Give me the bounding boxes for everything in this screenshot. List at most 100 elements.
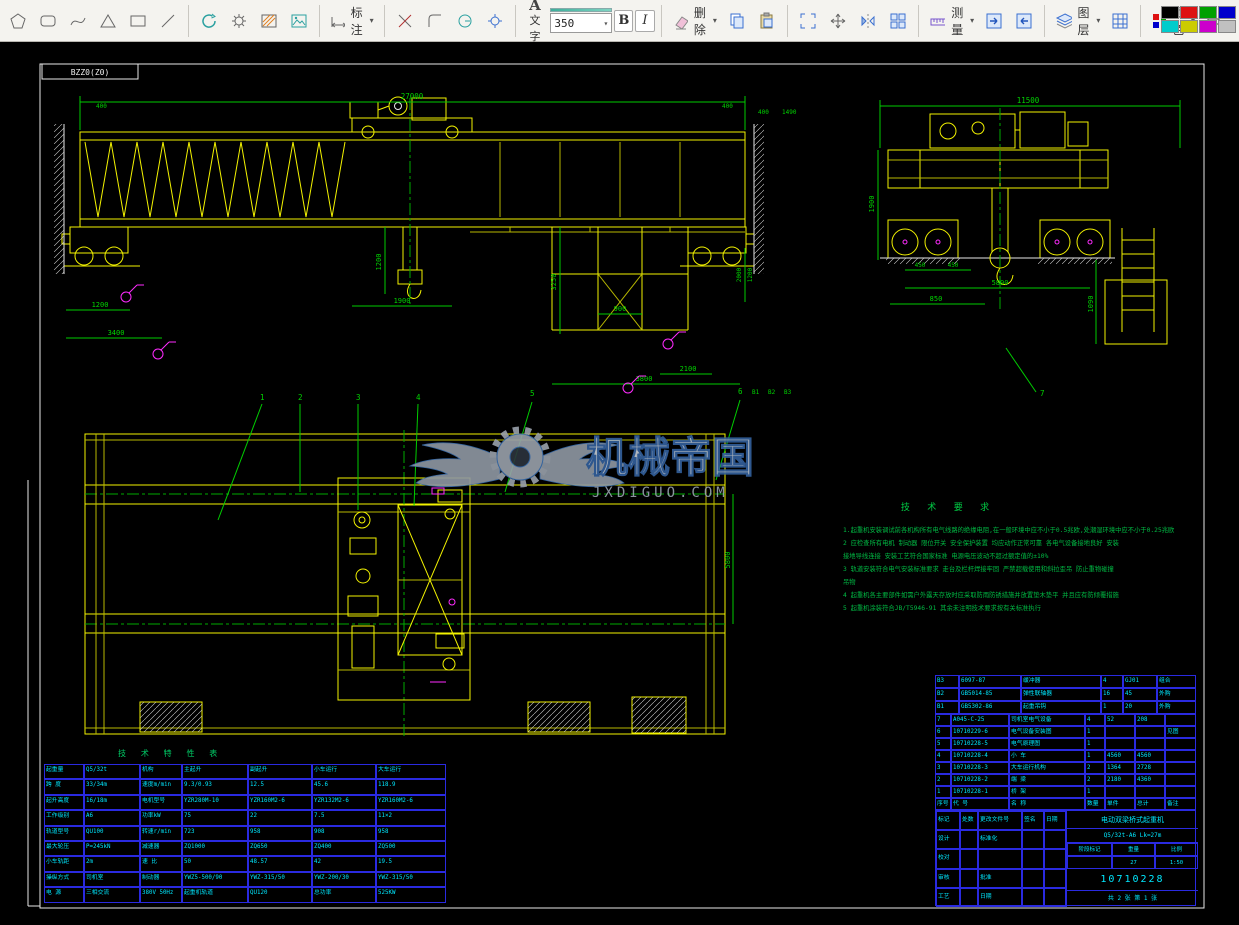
table-cell: 总计 <box>1135 798 1165 810</box>
mirror-tool-button[interactable] <box>854 8 882 34</box>
rotate-tool-button[interactable] <box>195 8 223 34</box>
table-cell: YZR280M-10 <box>182 795 248 810</box>
table-cell: 日期 <box>1044 811 1066 830</box>
title-block-main: 电动双梁桥式起重机 Q5/32t-A6 Lk=27m 阶段标记重量比例271:5… <box>1066 811 1197 907</box>
svg-text:7: 7 <box>1040 389 1045 398</box>
layer-menu-button[interactable]: 图层▾ <box>1051 1 1104 41</box>
roundrect-tool-button[interactable] <box>34 8 62 34</box>
svg-text:5 起重机涂装符合JB/T5946-91 其余未注明技术: 5 起重机涂装符合JB/T5946-91 其余未注明技术要求按有关标准执行 <box>843 603 1042 612</box>
copy-button[interactable] <box>723 8 751 34</box>
table-cell <box>960 888 978 907</box>
watermark-title: 机械帝国 <box>586 433 754 482</box>
table-cell: 备注 <box>1165 798 1196 810</box>
chevron-down-icon: ▾ <box>713 16 717 25</box>
polygon-tool-button[interactable] <box>4 8 32 34</box>
table-cell: 大车运行机构 <box>1009 762 1085 774</box>
color-swatch[interactable] <box>1218 6 1236 19</box>
table-cell: 小 车 <box>1009 750 1085 762</box>
table-cell: 桥 架 <box>1009 786 1085 798</box>
table-cell <box>960 830 978 849</box>
trim-tool-button[interactable] <box>391 8 419 34</box>
frame-label: BZZ0(Z0) <box>71 68 110 77</box>
array-tool-button[interactable] <box>884 8 912 34</box>
drawing-name: 电动双梁桥式起重机 <box>1067 811 1198 829</box>
measure-menu-button[interactable]: 测量▾ <box>925 1 978 41</box>
export-button[interactable] <box>980 8 1008 34</box>
table-cell: B2 <box>935 688 959 701</box>
svg-text:400: 400 <box>96 103 107 110</box>
table-cell: YWZ5-500/90 <box>182 872 248 887</box>
color-swatch[interactable] <box>1161 6 1179 19</box>
table-cell: 更改文件号 <box>978 811 1022 830</box>
color-swatch[interactable] <box>1161 20 1179 33</box>
title-block-signatures: 标记处数更改文件号签名日期设计标准化校对审核批准工艺日期 <box>936 811 1066 907</box>
watermark-site: JXDIGUO.COM <box>592 485 729 501</box>
table-cell: 重量 <box>1112 843 1155 856</box>
table-cell: B3 <box>935 675 959 688</box>
font-size-select[interactable]: 350 ▾ <box>550 13 612 33</box>
line-tool-button[interactable] <box>154 8 182 34</box>
grid-view-button[interactable] <box>1106 8 1134 34</box>
end-view: 11500 1900 450 450 5800 850 1090 7 <box>868 96 1180 398</box>
table-cell: 10710229-6 <box>951 726 1009 738</box>
table-cell: 525KW <box>376 887 446 902</box>
move-icon <box>828 11 848 31</box>
color-swatch[interactable] <box>1218 20 1236 33</box>
color-swatch[interactable] <box>1199 20 1217 33</box>
table-cell: YWZ-315/50 <box>248 872 312 887</box>
array-grid-icon <box>888 11 908 31</box>
table-cell: 7.5 <box>312 810 376 825</box>
delete-menu-button[interactable]: 删除▾ <box>668 1 721 41</box>
paste-button[interactable] <box>753 8 781 34</box>
move-tool-button[interactable] <box>824 8 852 34</box>
table-cell: 大车运行 <box>376 764 446 779</box>
svg-text:1200: 1200 <box>92 301 109 309</box>
image-tool-button[interactable] <box>285 8 313 34</box>
gear-tool-button[interactable] <box>225 8 253 34</box>
table-cell: 50 <box>182 856 248 871</box>
table-cell: 数量 <box>1085 798 1105 810</box>
fillet-tool-button[interactable] <box>421 8 449 34</box>
color-swatch[interactable] <box>1180 20 1198 33</box>
table-cell: 45 <box>1123 688 1157 701</box>
text-color-strip[interactable] <box>550 8 612 12</box>
table-cell <box>1044 888 1066 907</box>
polygon-icon <box>8 11 28 31</box>
italic-button[interactable]: I <box>635 10 654 32</box>
options-gear-button[interactable] <box>481 8 509 34</box>
toolbar-separator <box>319 5 320 37</box>
table-cell: 4 <box>1101 675 1123 688</box>
toolbar-separator <box>515 5 516 37</box>
color-swatch[interactable] <box>1180 6 1198 19</box>
table-cell: 908 <box>312 826 376 841</box>
table-cell <box>1165 738 1196 750</box>
table-cell: 208 <box>1135 714 1165 726</box>
table-cell: 1364 <box>1105 762 1135 774</box>
table-cell: 缓冲器 <box>1021 675 1101 688</box>
chevron-down-icon: ▾ <box>1096 16 1100 25</box>
table-cell: 3 <box>935 762 951 774</box>
table-cell: 电机型号 <box>140 795 182 810</box>
svg-text:1.起重机安装调试前各机构所有电气线路的绝缘电阻,在一般环境: 1.起重机安装调试前各机构所有电气线路的绝缘电阻,在一般环境中应不小于0.5兆欧… <box>843 525 1175 534</box>
rectangle-tool-button[interactable] <box>124 8 152 34</box>
spline-tool-button[interactable] <box>64 8 92 34</box>
hatch-tool-button[interactable] <box>255 8 283 34</box>
color-swatch[interactable] <box>1199 6 1217 19</box>
table-cell: ZQ400 <box>312 841 376 856</box>
chevron-down-icon: ▾ <box>970 16 974 25</box>
svg-text:B1: B1 <box>752 389 760 396</box>
annotate-menu-button[interactable]: 标注▾ <box>326 1 378 41</box>
balloon-7: 7 <box>1006 348 1045 398</box>
import-button[interactable] <box>1010 8 1038 34</box>
bold-button[interactable]: B <box>614 10 633 32</box>
circle-tool-button[interactable] <box>451 8 479 34</box>
table-cell: 16/18m <box>84 795 140 810</box>
text-tool-button[interactable]: A 文字 <box>522 0 549 45</box>
crop-tool-button[interactable] <box>794 8 822 34</box>
triangle-tool-button[interactable] <box>94 8 122 34</box>
table-cell: 2m <box>84 856 140 871</box>
drawing-spec: Q5/32t-A6 Lk=27m <box>1067 829 1198 843</box>
delete-label: 删除 <box>690 4 710 38</box>
table-cell: 48.57 <box>248 856 312 871</box>
svg-text:2 应检查所有电机 制动器 限位开关 安全保护装置: 2 应检查所有电机 制动器 限位开关 安全保护装置 均应动作正常可靠 各电气设备… <box>843 538 1120 547</box>
